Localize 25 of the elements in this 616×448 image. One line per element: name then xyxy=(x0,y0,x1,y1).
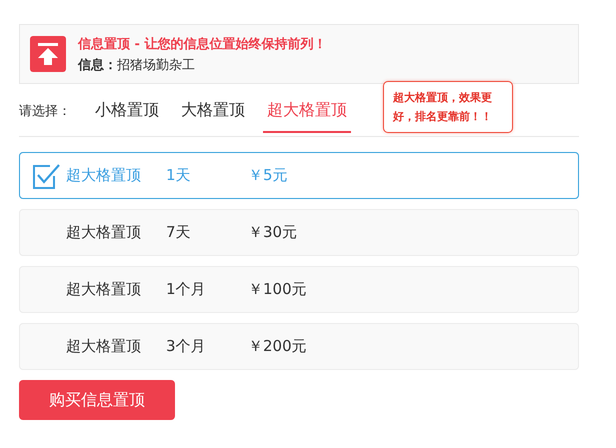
option-name: 超大格置顶 xyxy=(66,166,142,185)
option-duration: 3个月 xyxy=(166,337,207,356)
option-duration: 7天 xyxy=(166,223,192,242)
option-duration: 1天 xyxy=(166,166,192,185)
option-name: 超大格置顶 xyxy=(66,337,142,356)
option-price: ￥30元 xyxy=(248,223,298,242)
tab[interactable]: 大格置顶 xyxy=(181,97,245,133)
info-text: 信息：招猪场勤杂工 xyxy=(78,56,196,74)
tab[interactable]: 小格置顶 xyxy=(95,97,159,133)
choose-label: 请选择： xyxy=(19,103,71,120)
banner-title: 信息置顶 - 让您的信息位置始终保持前列！ xyxy=(78,36,326,52)
pin-to-top-icon xyxy=(30,36,66,72)
tooltip: 超大格置顶，效果更好，排名更靠前！！ xyxy=(383,81,513,133)
option-row[interactable]: 超大格置顶 3个月 ￥200元 xyxy=(19,323,579,370)
option-duration: 1个月 xyxy=(166,280,207,299)
tab[interactable]: 超大格置顶 xyxy=(263,97,351,133)
option-name: 超大格置顶 xyxy=(66,280,142,299)
option-price: ￥100元 xyxy=(248,280,307,299)
option-price: ￥200元 xyxy=(248,337,307,356)
buy-button[interactable]: 购买信息置顶 xyxy=(19,380,175,420)
option-row[interactable]: 超大格置顶 7天 ￥30元 xyxy=(19,209,579,256)
option-name: 超大格置顶 xyxy=(66,223,142,242)
checkbox-checked-icon xyxy=(32,162,60,190)
option-price: ￥5元 xyxy=(248,166,288,185)
option-row[interactable]: 超大格置顶 1个月 ￥100元 xyxy=(19,266,579,313)
